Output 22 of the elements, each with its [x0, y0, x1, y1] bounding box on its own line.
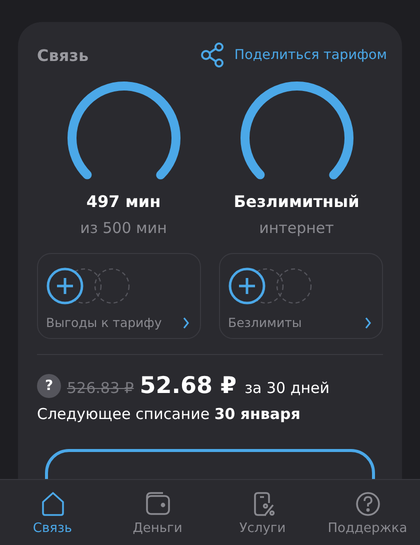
old-price: 526.83 ₽: [67, 379, 134, 397]
gauge-caption: из 500 мин: [80, 219, 167, 237]
next-charge-text: Следующее списание 30 января: [37, 405, 302, 423]
share-icon: [200, 42, 226, 68]
gauge-caption: интернет: [259, 219, 334, 237]
section-title: Связь: [37, 46, 89, 64]
gauge-value: Безлимитный: [234, 192, 360, 211]
current-price: 52.68 ₽: [140, 373, 237, 399]
option-tile[interactable]: Безлимиты: [219, 253, 383, 339]
tile-label: Выгоды к тарифу: [46, 315, 162, 330]
option-tile[interactable]: Выгоды к тарифу: [37, 253, 201, 339]
share-tariff-link[interactable]: Поделиться тарифом: [200, 42, 387, 68]
nav-tab[interactable]: Поддержка: [320, 489, 415, 536]
tile-label: Безлимиты: [228, 315, 302, 330]
nav-tab[interactable]: Услуги: [215, 489, 310, 536]
gauge-value: 497 мин: [86, 192, 161, 211]
price-period: за 30 дней: [244, 379, 330, 397]
help-button[interactable]: ?: [37, 374, 61, 398]
chevron-right-icon: [182, 316, 190, 328]
chevron-right-icon: [364, 316, 372, 328]
nav-tab[interactable]: Связь: [5, 489, 100, 536]
nav-tab[interactable]: Деньги: [110, 489, 205, 536]
